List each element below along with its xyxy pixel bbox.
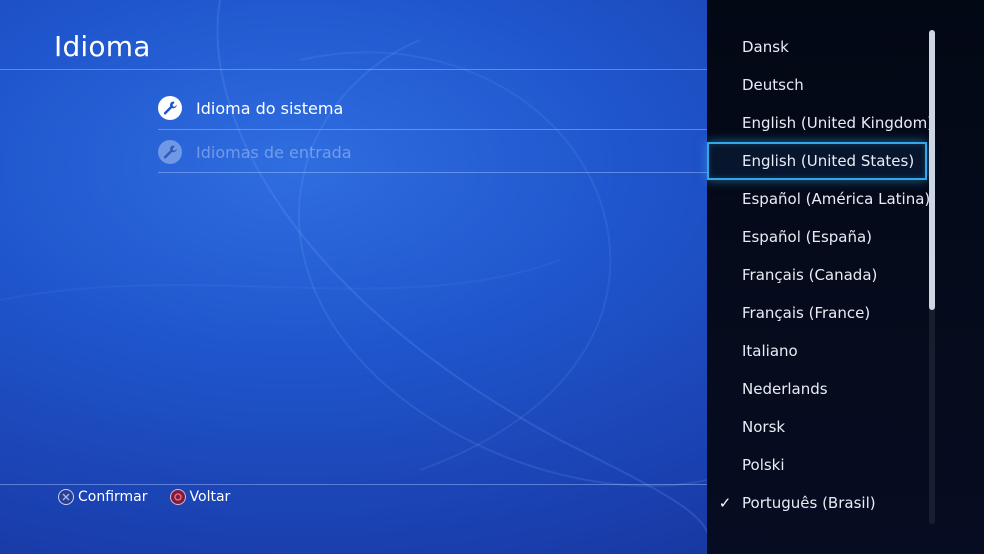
language-item-portugues-brasil[interactable]: ✓ Português (Brasil): [707, 484, 967, 522]
language-item-english-us[interactable]: English (United States): [707, 142, 927, 180]
language-item-dansk[interactable]: Dansk: [707, 28, 967, 66]
footer-divider: [0, 484, 707, 485]
ps4-settings-screen: Idioma Idioma do sistema Idiomas de entr…: [0, 0, 984, 554]
language-item-norsk[interactable]: Norsk: [707, 408, 967, 446]
language-list-panel: Dansk Deutsch English (United Kingdom) E…: [707, 0, 984, 554]
language-item-espanol-espana[interactable]: Español (España): [707, 218, 967, 256]
language-item-nederlands[interactable]: Nederlands: [707, 370, 967, 408]
checkmark-icon: ✓: [718, 494, 732, 512]
cross-button-icon: [58, 489, 74, 505]
wrench-icon: [158, 96, 182, 120]
menu-divider: [158, 172, 707, 173]
confirm-hint[interactable]: Confirmar: [58, 489, 148, 505]
confirm-label: Confirmar: [78, 489, 148, 505]
title-divider: [0, 69, 707, 70]
language-item-francais-france[interactable]: Français (France): [707, 294, 967, 332]
menu-item-input-languages[interactable]: Idiomas de entrada: [158, 138, 352, 166]
language-list-scrollbar[interactable]: [929, 30, 935, 524]
language-item-espanol-latam[interactable]: Español (América Latina): [707, 180, 967, 218]
menu-item-label: Idioma do sistema: [196, 98, 344, 118]
language-item-francais-canada[interactable]: Français (Canada): [707, 256, 967, 294]
page-title: Idioma: [54, 30, 151, 63]
language-item-polski[interactable]: Polski: [707, 446, 967, 484]
language-item-english-uk[interactable]: English (United Kingdom): [707, 104, 967, 142]
scrollbar-thumb[interactable]: [929, 30, 935, 310]
language-item-italiano[interactable]: Italiano: [707, 332, 967, 370]
menu-item-label: Idiomas de entrada: [196, 142, 352, 162]
back-hint[interactable]: Voltar: [169, 489, 231, 505]
language-item-deutsch[interactable]: Deutsch: [707, 66, 967, 104]
menu-divider: [158, 129, 707, 130]
wrench-icon: [158, 140, 182, 164]
circle-button-icon: [169, 489, 186, 505]
back-label: Voltar: [189, 489, 231, 505]
menu-item-system-language[interactable]: Idioma do sistema: [158, 94, 343, 122]
footer-hints: Confirmar Voltar: [58, 489, 252, 505]
